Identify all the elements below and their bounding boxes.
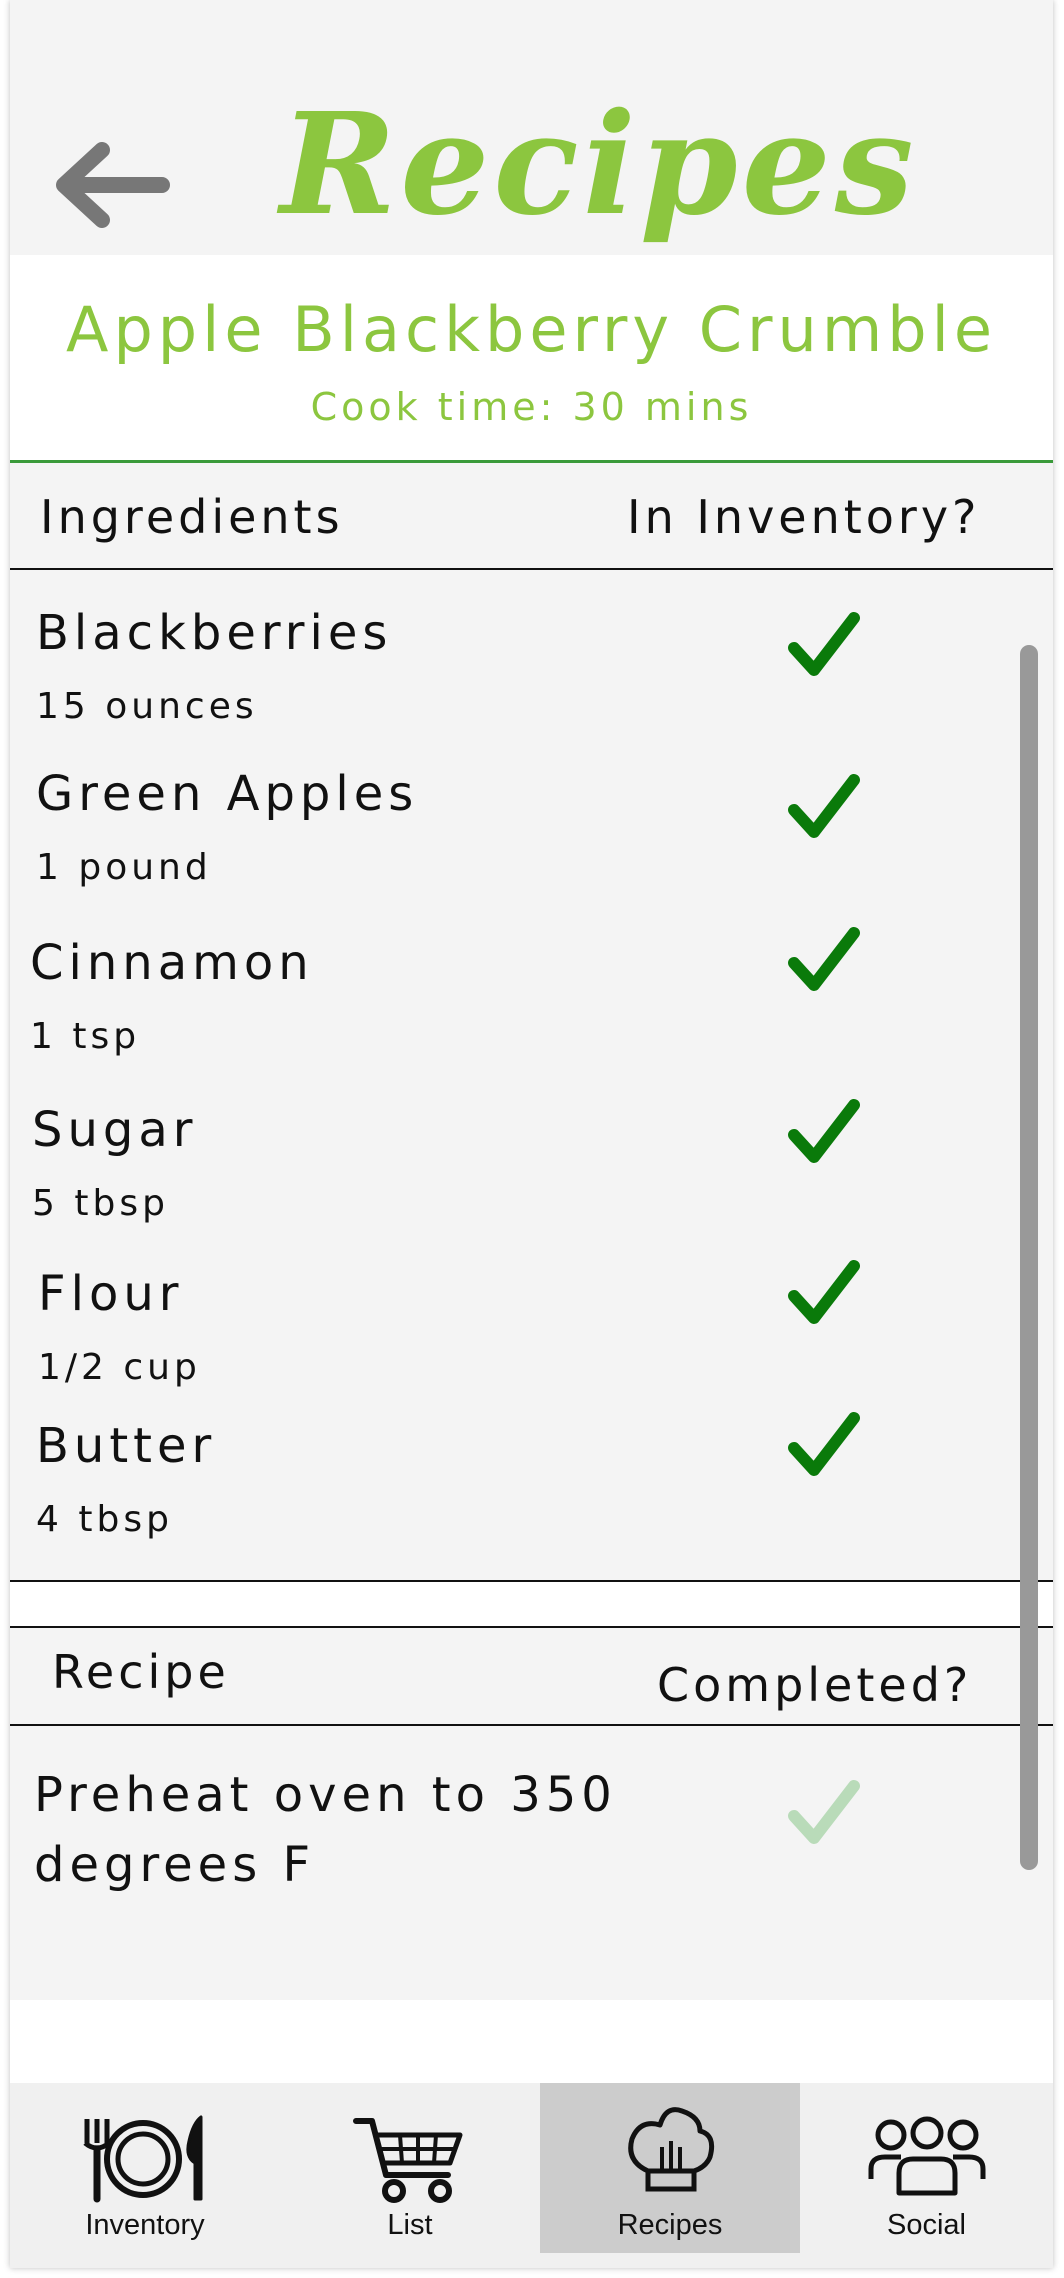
- recipe-title: Apple Blackberry Crumble: [66, 293, 997, 366]
- check-icon[interactable]: [788, 925, 860, 995]
- bottom-nav: Inventory List Recipes Social: [10, 2083, 1053, 2268]
- ingredient-name: Cinnamon: [30, 935, 314, 991]
- nav-item-inventory[interactable]: Inventory: [10, 2083, 280, 2253]
- nav-item-social[interactable]: Social: [800, 2083, 1053, 2253]
- in-inventory-header: In Inventory?: [627, 490, 981, 544]
- app-title: Recipes: [280, 83, 918, 247]
- completed-header: Completed?: [657, 1658, 973, 1712]
- ingredient-quantity: 1 pound: [36, 847, 212, 888]
- check-icon[interactable]: [788, 1778, 860, 1848]
- cook-time: Cook time: 30 mins: [310, 385, 753, 429]
- nav-item-list[interactable]: List: [280, 2083, 540, 2253]
- nav-label: List: [387, 2209, 433, 2241]
- recipe-card: Apple Blackberry Crumble Cook time: 30 m…: [10, 255, 1053, 460]
- shopping-cart-icon: [353, 2118, 463, 2203]
- divider: [10, 1626, 1053, 1628]
- ingredient-quantity: 1/2 cup: [38, 1347, 201, 1388]
- nav-label: Recipes: [617, 2209, 723, 2241]
- ingredient-name: Green Apples: [36, 766, 419, 822]
- back-arrow-icon[interactable]: [52, 140, 172, 230]
- scrollbar[interactable]: [1020, 645, 1038, 1870]
- divider: [10, 568, 1053, 570]
- app-frame: Recipes Apple Blackberry Crumble Cook ti…: [10, 0, 1053, 2268]
- check-icon[interactable]: [788, 1258, 860, 1328]
- header: Recipes: [10, 0, 1053, 255]
- step-text: Preheat oven to 350 degrees F: [34, 1767, 617, 1893]
- ingredient-name: Butter: [36, 1418, 217, 1474]
- ingredient-quantity: 15 ounces: [36, 686, 258, 727]
- ingredient-name: Flour: [38, 1266, 184, 1322]
- recipe-header: Recipe: [52, 1645, 230, 1699]
- plate-cutlery-icon: [83, 2115, 203, 2203]
- check-icon[interactable]: [788, 772, 860, 842]
- check-icon[interactable]: [788, 1410, 860, 1480]
- content-bottom-spacer: [10, 2000, 1053, 2083]
- check-icon[interactable]: [788, 1097, 860, 1167]
- section-spacer: [10, 1582, 1053, 1626]
- nav-label: Inventory: [85, 2209, 205, 2241]
- ingredient-name: Blackberries: [36, 605, 393, 661]
- nav-label: Social: [887, 2209, 966, 2241]
- chef-hat-icon: [628, 2107, 715, 2192]
- divider: [10, 1724, 1053, 1726]
- people-group-icon: [868, 2116, 985, 2196]
- divider: [10, 460, 1053, 463]
- nav-item-recipes[interactable]: Recipes: [540, 2083, 800, 2253]
- check-icon[interactable]: [788, 610, 860, 680]
- ingredient-quantity: 4 tbsp: [36, 1499, 173, 1540]
- ingredients-header: Ingredients: [40, 490, 344, 544]
- ingredient-name: Sugar: [32, 1102, 198, 1158]
- ingredient-quantity: 5 tbsp: [32, 1183, 169, 1224]
- ingredient-quantity: 1 tsp: [30, 1016, 141, 1057]
